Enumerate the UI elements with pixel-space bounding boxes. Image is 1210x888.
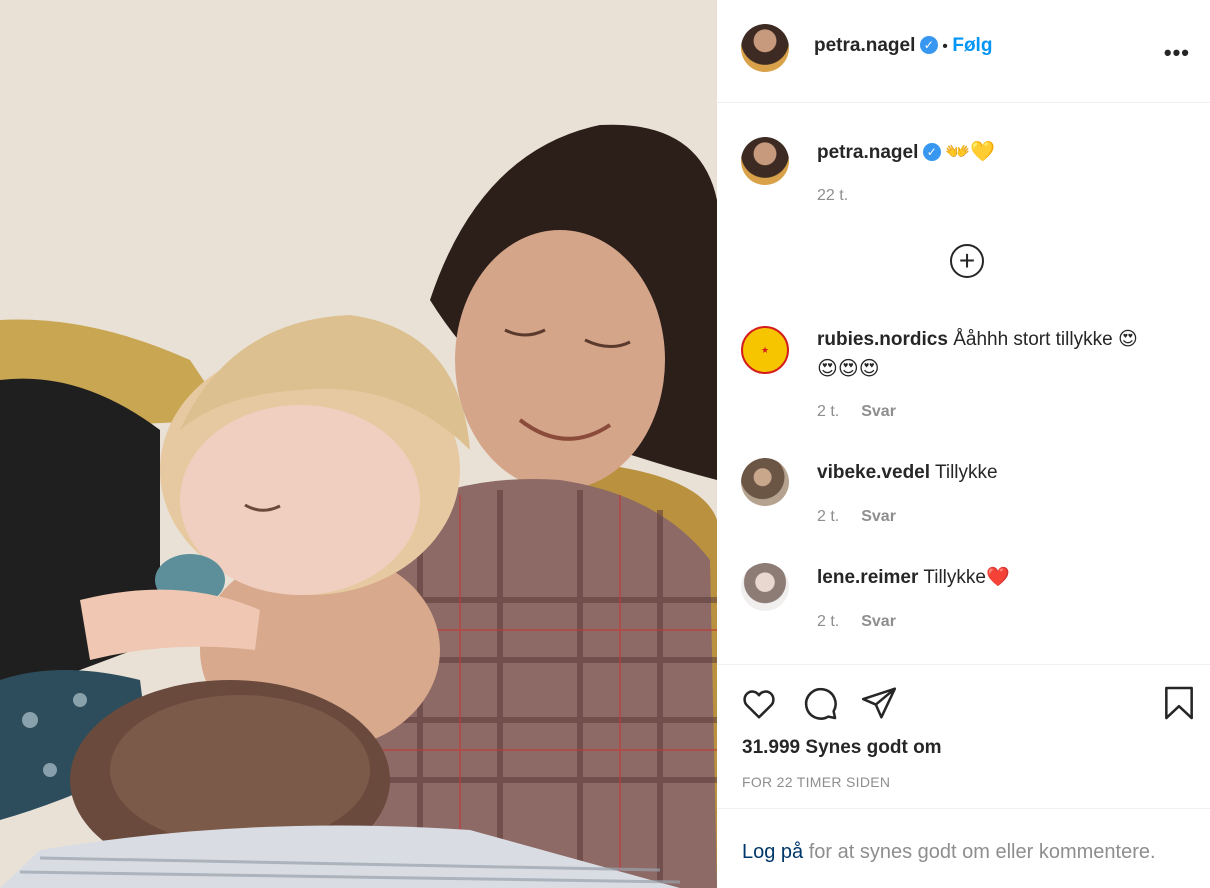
comment-meta: 2 t. Svar <box>817 508 896 526</box>
comment-meta: 2 t. Svar <box>817 613 896 631</box>
post-time-ago[interactable]: FOR 22 TIMER SIDEN <box>742 774 890 790</box>
author-line: petra.nagel ✓ • Følg <box>814 35 992 57</box>
author-username[interactable]: petra.nagel <box>814 35 915 56</box>
post-actions: 31.999 Synes godt om FOR 22 TIMER SIDEN <box>717 664 1210 808</box>
more-options-icon[interactable]: ••• <box>1164 40 1190 66</box>
photo-illustration <box>0 0 717 888</box>
comment-item: rubies.nordics Ååhhh stort tillykke 😍 😍😍… <box>817 326 1187 382</box>
share-paper-plane-icon[interactable] <box>860 684 898 722</box>
author-avatar[interactable] <box>741 24 789 72</box>
comment-username[interactable]: lene.reimer <box>817 567 918 588</box>
comment-avatar[interactable]: ★ <box>741 326 789 374</box>
comment-time[interactable]: 2 t. <box>817 403 839 420</box>
login-link[interactable]: Log på <box>742 841 803 863</box>
comment-item: lene.reimer Tillykke❤️ <box>817 564 1010 592</box>
post-photo[interactable] <box>0 0 717 888</box>
verified-badge-icon: ✓ <box>922 142 941 161</box>
comment-time[interactable]: 2 t. <box>817 508 839 525</box>
verified-badge-icon: ✓ <box>919 35 938 54</box>
rubies-logo-icon: ★ <box>760 344 770 355</box>
likes-count[interactable]: 31.999 Synes godt om <box>742 737 942 759</box>
comment-item: vibeke.vedel Tillykke <box>817 459 998 487</box>
reply-button[interactable]: Svar <box>861 508 896 525</box>
comment-time[interactable]: 2 t. <box>817 613 839 630</box>
caption: petra.nagel ✓ 👐💛 <box>817 139 995 164</box>
caption-time[interactable]: 22 t. <box>817 187 848 205</box>
login-prompt: Log på for at synes godt om eller kommen… <box>742 841 1156 864</box>
reply-button[interactable]: Svar <box>861 403 896 420</box>
comment-icon[interactable] <box>801 684 839 722</box>
comment-text: Ååhhh stort tillykke 😍 <box>953 329 1138 350</box>
comment-username[interactable]: vibeke.vedel <box>817 462 930 483</box>
comment-username[interactable]: rubies.nordics <box>817 329 948 350</box>
follow-button[interactable]: Følg <box>952 35 992 56</box>
post-header: petra.nagel ✓ • Følg ••• <box>717 0 1210 103</box>
comment-text: Tillykke❤️ <box>923 567 1010 588</box>
comment-text: Tillykke <box>934 462 998 483</box>
caption-avatar[interactable] <box>741 137 789 185</box>
comment-meta: 2 t. Svar <box>817 403 896 421</box>
login-prompt-text: for at synes godt om eller kommentere. <box>808 841 1156 863</box>
caption-username[interactable]: petra.nagel <box>817 142 918 163</box>
login-bar: Log på for at synes godt om eller kommen… <box>717 808 1210 888</box>
separator-dot: • <box>942 38 948 55</box>
caption-emojis: 👐💛 <box>945 139 996 163</box>
comment-avatar[interactable] <box>741 563 789 611</box>
load-more-comments-button[interactable]: + <box>950 244 984 278</box>
comment-text-line2: 😍😍😍 <box>817 356 880 380</box>
save-bookmark-icon[interactable] <box>1160 684 1198 722</box>
comment-avatar[interactable] <box>741 458 789 506</box>
like-heart-icon[interactable] <box>740 684 778 722</box>
reply-button[interactable]: Svar <box>861 613 896 630</box>
post-side-panel: petra.nagel ✓ • Følg ••• petra.nagel ✓ 👐… <box>717 0 1210 888</box>
